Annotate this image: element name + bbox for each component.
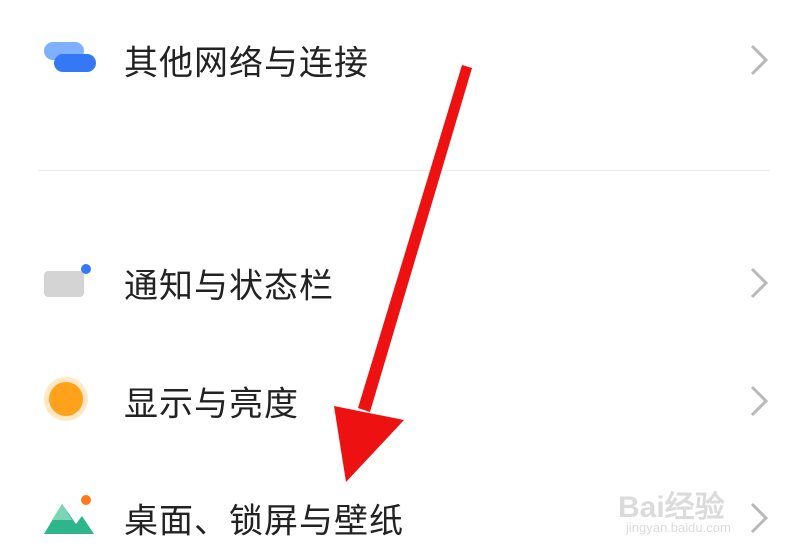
wallpaper-icon	[42, 494, 98, 542]
chevron-right-icon	[748, 266, 770, 300]
settings-item-display[interactable]: 显示与亮度	[0, 361, 808, 441]
network-icon	[42, 38, 98, 82]
settings-item-label: 其他网络与连接	[124, 43, 369, 84]
brightness-icon	[42, 375, 94, 427]
settings-item-notifications[interactable]: 通知与状态栏	[0, 243, 808, 323]
baidu-jingyan-watermark: Bai经验 jingyan.baidu.com	[618, 470, 794, 556]
chevron-right-icon	[748, 43, 770, 77]
settings-item-network[interactable]: 其他网络与连接	[0, 20, 808, 100]
notification-icon	[42, 261, 94, 305]
watermark-url: jingyan.baidu.com	[626, 520, 731, 535]
section-divider	[38, 170, 770, 171]
settings-item-label: 桌面、锁屏与壁纸	[124, 501, 404, 542]
chevron-right-icon	[748, 384, 770, 418]
settings-item-label: 通知与状态栏	[124, 266, 334, 307]
settings-item-label: 显示与亮度	[124, 384, 299, 425]
